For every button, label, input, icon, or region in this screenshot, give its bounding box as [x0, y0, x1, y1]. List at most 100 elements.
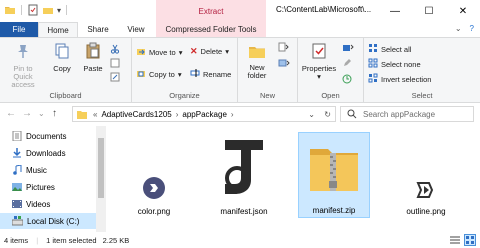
- paste-button[interactable]: Paste: [80, 42, 106, 73]
- move-to-label: Move to: [149, 47, 176, 57]
- file-name: manifest.zip: [312, 206, 356, 215]
- nav-item-label: Documents: [26, 131, 67, 141]
- properties-button[interactable]: Properties ▾: [300, 42, 338, 81]
- large-icons-view-icon[interactable]: [464, 234, 476, 246]
- paste-shortcut-icon[interactable]: [110, 72, 120, 82]
- nav-scrollbar-thumb[interactable]: [98, 138, 104, 198]
- search-icon: [347, 109, 357, 119]
- details-view-icon[interactable]: [450, 235, 460, 245]
- clipboard-group: Pin to Quick access Copy Paste Clipboard: [0, 38, 132, 102]
- search-input[interactable]: Search appPackage: [363, 110, 435, 119]
- open-icon[interactable]: [342, 42, 354, 52]
- tab-home[interactable]: Home: [38, 22, 78, 37]
- nav-item-downloads[interactable]: Downloads: [0, 145, 96, 161]
- new-group-label: New: [259, 91, 275, 100]
- address-bar[interactable]: « AdaptiveCards1205 › appPackage › ⌄ ↻: [72, 106, 336, 122]
- ribbon-tabs: File Home Share View Compressed Folder T…: [0, 22, 480, 37]
- maximize-button[interactable]: ☐: [412, 0, 446, 22]
- help-icon[interactable]: ?: [470, 24, 474, 33]
- chevron-down-icon: ▾: [178, 47, 183, 57]
- new-folder-icon[interactable]: [42, 4, 54, 16]
- back-arrow-icon[interactable]: ←: [6, 108, 16, 119]
- cut-icon[interactable]: [110, 44, 120, 54]
- file-item-manifest-zip[interactable]: manifest.zip: [298, 132, 370, 218]
- copy-to-button[interactable]: Copy to ▾: [136, 68, 182, 80]
- copy-path-icon[interactable]: [110, 58, 120, 68]
- copy-button[interactable]: Copy: [50, 42, 74, 73]
- select-none-icon: [368, 58, 378, 70]
- select-none-button[interactable]: Select none: [368, 58, 421, 70]
- history-icon[interactable]: [342, 74, 352, 84]
- select-group: Select all Select none Invert selection …: [364, 38, 480, 102]
- rename-label: Rename: [203, 69, 232, 79]
- status-divider: |: [36, 235, 39, 245]
- json-file-icon: [221, 136, 267, 196]
- chevron-right-icon[interactable]: ›: [176, 110, 179, 119]
- minimize-button[interactable]: —: [378, 0, 412, 22]
- music-icon: [12, 164, 22, 175]
- search-box[interactable]: Search appPackage: [340, 106, 474, 122]
- clipboard-group-label: Clipboard: [49, 91, 82, 100]
- invert-selection-button[interactable]: Invert selection: [368, 73, 431, 85]
- nav-scrollbar[interactable]: [96, 126, 106, 232]
- copy-label: Copy: [53, 64, 71, 73]
- nav-item-documents[interactable]: Documents: [0, 128, 96, 144]
- new-group: New folder New: [238, 38, 298, 102]
- address-row: ← → ⌄ ↑ « AdaptiveCards1205 › appPackage…: [0, 104, 480, 124]
- quick-access-toolbar: ▾: [4, 4, 69, 16]
- paste-label: Paste: [83, 64, 103, 73]
- properties-icon[interactable]: [27, 4, 39, 16]
- easy-access-icon[interactable]: [278, 58, 290, 68]
- move-to-icon: [136, 46, 146, 58]
- overflow-chevron[interactable]: «: [93, 110, 97, 119]
- close-button[interactable]: ✕: [446, 0, 480, 22]
- navigation-pane: Documents Downloads Music Pictures Video…: [0, 126, 106, 232]
- chevron-right-icon[interactable]: ›: [231, 110, 234, 119]
- new-item-icon[interactable]: [278, 42, 290, 52]
- nav-item-label: Videos: [26, 199, 51, 209]
- select-none-label: Select none: [381, 59, 421, 69]
- breadcrumb-segment[interactable]: appPackage: [182, 110, 226, 119]
- refresh-icon[interactable]: ↻: [324, 110, 331, 119]
- tab-view[interactable]: View: [118, 22, 154, 37]
- recent-locations-icon[interactable]: ⌄: [38, 109, 45, 118]
- delete-button[interactable]: ✕ Delete ▾: [190, 46, 229, 57]
- tab-compressed-folder-tools[interactable]: Compressed Folder Tools: [156, 22, 266, 37]
- pin-label: Pin to Quick access: [11, 64, 35, 89]
- drive-icon: [11, 216, 24, 226]
- breadcrumb-segment[interactable]: AdaptiveCards1205: [101, 110, 171, 119]
- window-title: C:\ContentLab\Microsoft\...: [276, 5, 372, 14]
- nav-item-local-disk[interactable]: Local Disk (C:): [0, 213, 96, 229]
- address-dropdown-icon[interactable]: ⌄: [308, 110, 315, 119]
- select-all-button[interactable]: Select all: [368, 43, 411, 55]
- rename-button[interactable]: Rename: [190, 68, 231, 80]
- rename-icon: [190, 68, 200, 80]
- file-item-outline-png[interactable]: outline.png: [390, 132, 462, 218]
- nav-item-music[interactable]: Music: [0, 162, 96, 178]
- zip-folder-icon: [306, 139, 362, 195]
- select-group-label: Select: [411, 91, 433, 100]
- file-item-color-png[interactable]: color.png: [118, 132, 190, 218]
- downloads-icon: [12, 148, 22, 158]
- edit-icon[interactable]: [342, 58, 352, 68]
- nav-item-videos[interactable]: Videos: [0, 196, 96, 212]
- collapse-ribbon-icon[interactable]: ⌄: [455, 24, 462, 33]
- separator: [21, 5, 22, 15]
- chevron-down-icon: ▾: [317, 72, 321, 81]
- file-item-manifest-json[interactable]: manifest.json: [208, 132, 280, 218]
- up-arrow-icon[interactable]: ↑: [52, 108, 57, 119]
- move-to-button[interactable]: Move to ▾: [136, 46, 182, 58]
- pin-to-quick-access-button[interactable]: Pin to Quick access: [3, 42, 43, 89]
- copy-icon: [53, 42, 71, 62]
- new-folder-button[interactable]: New folder: [242, 42, 272, 80]
- tab-file[interactable]: File: [0, 22, 38, 37]
- contextual-tab-extract[interactable]: Extract: [156, 0, 266, 22]
- file-name: color.png: [137, 207, 171, 216]
- customize-qat-icon[interactable]: ▾: [57, 6, 61, 15]
- forward-arrow-icon[interactable]: →: [22, 108, 32, 119]
- tab-share[interactable]: Share: [80, 22, 116, 37]
- pictures-icon: [12, 182, 22, 192]
- nav-item-pictures[interactable]: Pictures: [0, 179, 96, 195]
- nav-item-label: Music: [26, 165, 47, 175]
- separator: [66, 5, 68, 15]
